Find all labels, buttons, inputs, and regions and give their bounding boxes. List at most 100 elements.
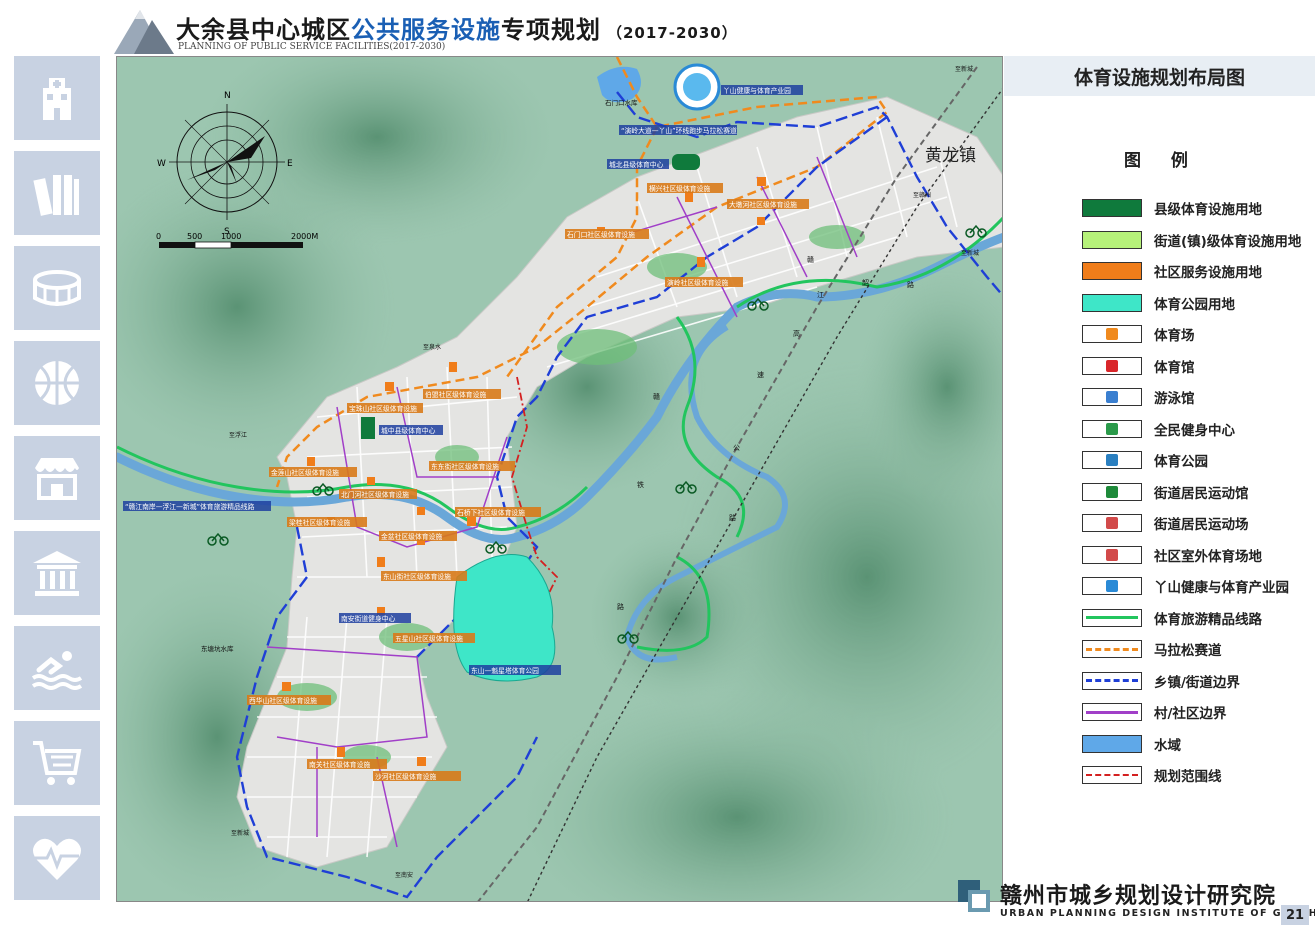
- legend-row: 丫山健康与体育产业园: [1082, 574, 1315, 598]
- label-bomeng[interactable]: 伯盟社区级体育设施: [423, 389, 501, 399]
- svg-text:宝珠山社区级体育设施: 宝珠山社区级体育设施: [349, 404, 417, 413]
- label-xihuashan[interactable]: 西华山社区级体育设施: [247, 695, 331, 705]
- legend-swatch: [1082, 545, 1142, 564]
- sidebar-item-health[interactable]: [14, 816, 100, 900]
- legend-symbol-icon: [1106, 580, 1118, 592]
- label-dongdongjie[interactable]: 东东街社区级体育设施: [429, 461, 515, 471]
- legend-label: 乡镇/街道边界: [1154, 674, 1240, 691]
- sidebar-item-stadium[interactable]: [14, 246, 100, 330]
- legend-row: 体育馆: [1082, 354, 1315, 378]
- label-central-center[interactable]: 城中县级体育中心: [379, 425, 443, 435]
- svg-text:石门口社区级体育设施: 石门口社区级体育设施: [567, 230, 635, 239]
- svg-text:城北县级体育中心: 城北县级体育中心: [609, 160, 664, 169]
- road-kuan: 赣: [653, 392, 660, 401]
- legend-row: 街道(镇)级体育设施用地: [1082, 228, 1315, 252]
- legend-symbol-icon: [1106, 391, 1118, 403]
- legend-title: 体育设施规划布局图: [1073, 66, 1245, 89]
- legend-label: 街道居民运动场: [1154, 517, 1249, 533]
- legend-swatch: [1082, 419, 1142, 438]
- compass-n: N: [224, 91, 231, 101]
- legend-swatch: [1082, 325, 1142, 343]
- label-jinlianshan[interactable]: 金莲山社区级体育设施: [269, 467, 357, 477]
- svg-text:东山街社区级体育设施: 东山街社区级体育设施: [383, 572, 451, 581]
- road-lu3: 路: [617, 602, 624, 611]
- town-label: 黄龙镇: [925, 146, 976, 166]
- label-wuxingshan[interactable]: 五星山社区级体育设施: [393, 633, 475, 643]
- institute-logo-icon: [958, 880, 990, 912]
- legend-row: 社区服务设施用地: [1082, 259, 1315, 283]
- label-marathon[interactable]: “演岭大道—丫山”环线跑步马拉松赛道: [619, 125, 737, 135]
- legend-label: 规划范围线: [1154, 769, 1222, 785]
- sidebar-item-cart[interactable]: [14, 721, 100, 805]
- legend-line-sample: [1086, 647, 1138, 651]
- legend-heading: 图 例: [1124, 151, 1200, 171]
- label-baozhushan[interactable]: 宝珠山社区级体育设施: [347, 403, 423, 413]
- label-lianggui[interactable]: 梁桂社区级体育设施: [287, 517, 367, 527]
- label-yashan[interactable]: 丫山健康与体育产业园: [721, 85, 803, 95]
- sidebar-item-shop[interactable]: [14, 436, 100, 520]
- road-lu: 路: [729, 513, 736, 522]
- label-jinpen[interactable]: 金盆社区级体育设施: [379, 531, 457, 541]
- legend-swatch: [1082, 703, 1142, 721]
- label-nanan-fitness[interactable]: 南安街道健身中心: [339, 613, 411, 623]
- header: 大余县中心城区公共服务设施专项规划 （2017-2030） PLANNING OF…: [0, 0, 1315, 56]
- road-lu2: 路: [907, 280, 914, 289]
- map-canvas[interactable]: N S E W 0 500 1000 2000M 黄龙镇 至新城 至赣州 至泉水…: [117, 57, 1003, 902]
- label-nanguan[interactable]: 南关社区级体育设施: [307, 759, 387, 769]
- label-beimenhe[interactable]: 北门河社区级体育设施: [339, 489, 417, 499]
- label-shimenkou[interactable]: 石门口社区级体育设施: [565, 229, 649, 239]
- svg-text:丫山健康与体育产业园: 丫山健康与体育产业园: [723, 86, 791, 95]
- legend-row: 社区室外体育场地: [1082, 543, 1315, 567]
- legend-swatch: [1082, 577, 1142, 595]
- label-hengxing[interactable]: 横兴社区级体育设施: [647, 183, 723, 193]
- legend-panel: 体育设施规划布局图 图 例 县级体育设施用地 街道(镇)级体育设施用地 社区服务设施…: [1004, 56, 1315, 902]
- legend-label: 村/社区边界: [1154, 706, 1227, 722]
- dongshan-sports-park[interactable]: [453, 554, 556, 682]
- label-dongshanjie[interactable]: 东山街社区级体育设施: [381, 571, 467, 581]
- sidebar-item-hospital[interactable]: [14, 56, 100, 140]
- legend-label: 体育场: [1154, 328, 1195, 344]
- legend-swatch: [1082, 451, 1142, 469]
- shop-icon: [35, 458, 79, 500]
- road-r1: 至新城: [955, 65, 973, 73]
- scale-500: 500: [187, 232, 202, 241]
- legend-label: 体育公园: [1154, 454, 1208, 470]
- svg-text:城中县级体育中心: 城中县级体育中心: [381, 426, 436, 435]
- svg-text:“演岭大道—丫山”环线跑步马拉松赛道: “演岭大道—丫山”环线跑步马拉松赛道: [621, 126, 737, 135]
- label-shahe[interactable]: 沙河社区级体育设施: [373, 771, 461, 781]
- yashan-park-marker[interactable]: [673, 63, 721, 111]
- central-county-sports-center[interactable]: [361, 417, 375, 439]
- page-title: 大余县中心城区公共服务设施专项规划 （2017-2030）: [176, 10, 738, 45]
- title-prefix: 大余县中心城区: [176, 16, 351, 44]
- scale-2000: 2000M: [291, 232, 318, 241]
- legend-swatch: [1082, 734, 1142, 753]
- sidebar-item-museum[interactable]: [14, 531, 100, 615]
- legend-swatch: [1082, 356, 1142, 375]
- label-tourism-route[interactable]: “赣江南岸—浮江—新城”体育旅游精品线路: [123, 501, 271, 511]
- road-r5: 至浮江: [229, 431, 247, 439]
- subtitle-en: PLANNING OF PUBLIC SERVICE FACILITIES(20…: [178, 42, 446, 52]
- legend-label: 水域: [1154, 737, 1181, 754]
- legend-symbol-icon: [1106, 359, 1118, 372]
- label-dongshan-park[interactable]: 东山—魁星塔体育公园: [469, 665, 561, 675]
- legend-row: 规划范围线: [1082, 763, 1315, 787]
- legend-swatch: [1082, 482, 1142, 501]
- label-north-center[interactable]: 城北县级体育中心: [607, 159, 669, 169]
- legend-line-sample: [1086, 616, 1138, 619]
- legend-swatch: [1082, 293, 1142, 312]
- legend-row: 全民健身中心: [1082, 417, 1315, 441]
- north-county-sports-center[interactable]: [672, 154, 700, 170]
- sidebar-item-books[interactable]: [14, 151, 100, 235]
- label-yanling[interactable]: 演岭社区级体育设施: [665, 277, 743, 287]
- sidebar-item-swimming[interactable]: [14, 626, 100, 710]
- map-panel[interactable]: N S E W 0 500 1000 2000M 黄龙镇 至新城 至赣州 至泉水…: [116, 56, 1003, 902]
- label-dadunhe[interactable]: 大墩河社区级体育设施: [727, 199, 809, 209]
- sidebar-item-basketball[interactable]: [14, 341, 100, 425]
- title-highlight: 公共服务设施: [351, 16, 501, 44]
- svg-text:金莲山社区级体育设施: 金莲山社区级体育设施: [271, 468, 339, 477]
- road-gan: 赣: [807, 255, 814, 264]
- road-r3: 至泉水: [423, 343, 441, 351]
- label-shiqiaoxia[interactable]: 石桥下社区级体育设施: [455, 507, 541, 517]
- legend-row: 马拉松赛道: [1082, 637, 1315, 661]
- svg-text:沙河社区级体育设施: 沙河社区级体育设施: [375, 772, 436, 781]
